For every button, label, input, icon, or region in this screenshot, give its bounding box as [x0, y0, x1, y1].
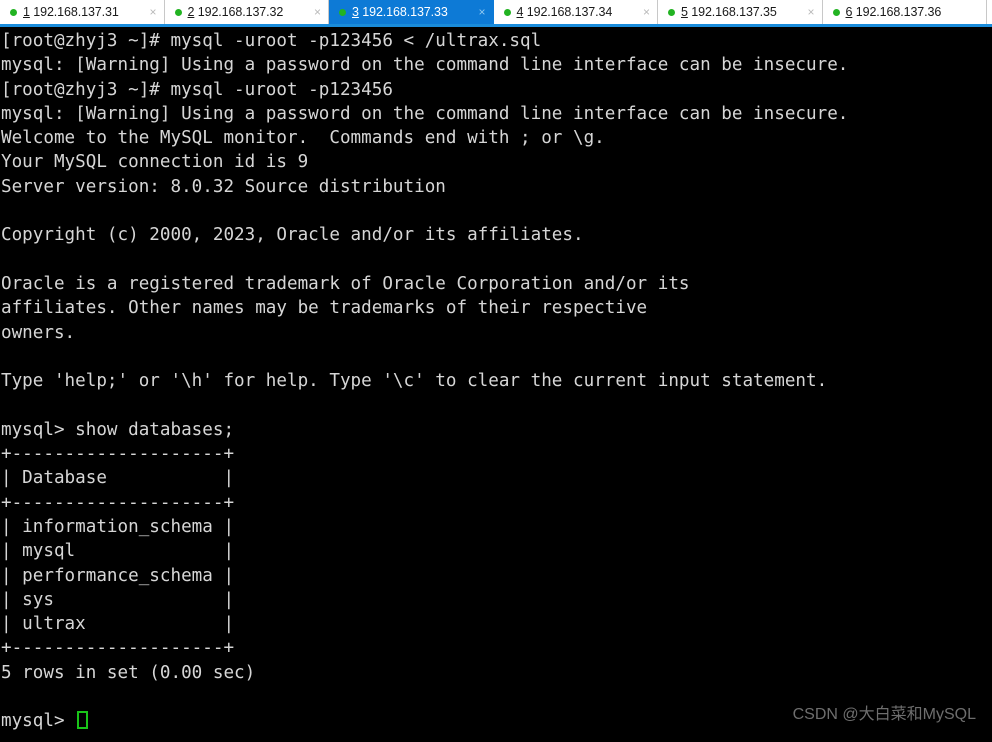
tab-index: 1 [23, 5, 30, 19]
tab-label: 6 192.168.137.36 [846, 0, 942, 24]
terminal-line: [root@zhyj3 ~]# mysql -uroot -p123456 < … [1, 31, 542, 51]
tab-index: 5 [681, 5, 688, 19]
tab-host: 192.168.137.32 [197, 5, 284, 19]
terminal-pane[interactable]: [root@zhyj3 ~]# mysql -uroot -p123456 < … [0, 27, 992, 742]
tab-close-icon[interactable]: × [643, 0, 650, 24]
tab-host: 192.168.137.33 [362, 5, 448, 19]
tab-close-icon[interactable]: × [807, 0, 814, 24]
watermark-label: CSDN @大白菜和MySQL [792, 706, 976, 723]
tab-label: 2 192.168.137.32 [188, 0, 284, 24]
terminal-cursor [77, 711, 89, 730]
tab-host: 192.168.137.35 [691, 5, 777, 19]
tab-status-dot-icon [174, 8, 182, 16]
terminal-line: 5 rows in set (0.00 sec) [1, 662, 256, 683]
terminal-line: | Database | [1, 468, 235, 489]
tab-bar: 1 192.168.137.31 × 2 192.168.137.32 × 3 192.… [0, 0, 992, 24]
tab-status-dot-icon [503, 8, 511, 16]
tab-index: 6 [845, 5, 853, 19]
tab-1[interactable]: 1 192.168.137.31 × [0, 0, 165, 24]
terminal-line: | information_schema | [1, 516, 235, 537]
terminal-line: Welcome to the MySQL monitor. Commands e… [1, 128, 605, 149]
terminal-line: Type 'help;' or '\h' for help. Type '\c'… [1, 371, 828, 392]
tab-label: 3 192.168.137.33 [352, 0, 448, 24]
terminal-line: affiliates. Other names may be trademark… [1, 298, 648, 319]
tab-status-dot-icon [832, 8, 840, 16]
tab-4[interactable]: 4 192.168.137.34 × [493, 0, 658, 24]
tab-index: 4 [516, 5, 524, 19]
tab-2[interactable]: 2 192.168.137.32 × [164, 0, 329, 24]
tab-host: 192.168.137.34 [526, 5, 613, 19]
terminal-line: mysql: [Warning] Using a password on the… [1, 55, 849, 76]
tab-status-dot-icon [339, 8, 346, 16]
terminal-line: Server version: 8.0.32 Source distributi… [1, 176, 446, 197]
tab-status-dot-icon [10, 8, 17, 16]
tab-close-icon[interactable]: × [149, 0, 156, 24]
terminal-line: +--------------------+ [1, 444, 235, 465]
tab-host: 192.168.137.31 [33, 5, 119, 19]
terminal-line: Copyright (c) 2000, 2023, Oracle and/or … [1, 225, 584, 246]
terminal-line: +--------------------+ [1, 638, 235, 659]
tab-label: 4 192.168.137.34 [517, 0, 613, 24]
terminal-prompt-line: mysql> [0, 709, 848, 733]
terminal-line: | performance_schema | [1, 565, 235, 586]
tab-index: 3 [352, 5, 359, 19]
tab-host: 192.168.137.36 [855, 5, 942, 19]
tab-close-icon[interactable]: × [478, 0, 485, 24]
terminal-line: +--------------------+ [1, 492, 235, 513]
tab-close-icon[interactable]: × [314, 0, 321, 24]
terminal-line: Oracle is a registered trademark of Orac… [1, 273, 690, 294]
terminal-output: [root@zhyj3 ~]# mysql -uroot -p123456 < … [0, 29, 848, 734]
mysql-prompt: mysql> [1, 711, 76, 732]
tab-status-dot-icon [668, 8, 675, 16]
tab-label: 1 192.168.137.31 [23, 0, 119, 24]
tab-6[interactable]: 6 192.168.137.36 [822, 0, 987, 24]
terminal-line: | ultrax | [1, 614, 235, 635]
terminal-line: owners. [1, 322, 76, 343]
tab-index: 2 [187, 5, 195, 19]
tab-5[interactable]: 5 192.168.137.35 × [658, 0, 823, 24]
terminal-line: Your MySQL connection id is 9 [1, 152, 309, 173]
terminal-line: mysql: [Warning] Using a password on the… [1, 103, 849, 124]
tab-3[interactable]: 3 192.168.137.33 × [329, 0, 494, 24]
tab-label: 5 192.168.137.35 [681, 0, 777, 24]
terminal-line: mysql> show databases; [1, 419, 235, 440]
terminal-line: | mysql | [1, 541, 235, 562]
terminal-line: | sys | [1, 589, 235, 610]
terminal-line: [root@zhyj3 ~]# mysql -uroot -p123456 [1, 79, 393, 100]
